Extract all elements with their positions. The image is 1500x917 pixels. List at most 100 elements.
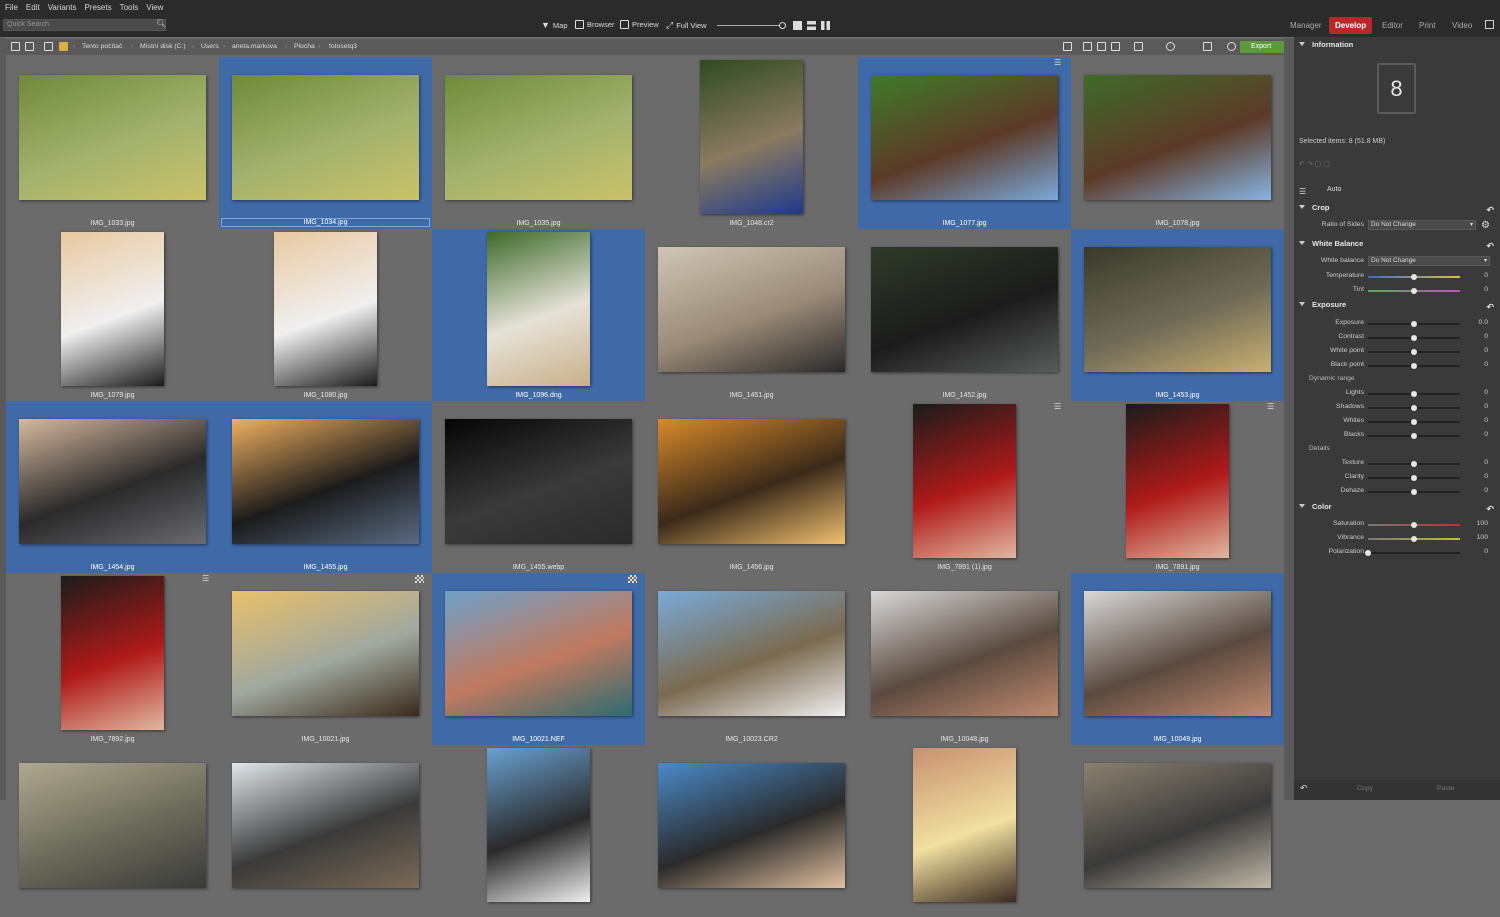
copy-to-icon[interactable] xyxy=(1111,42,1120,51)
thumbnail-cell[interactable]: IMG_1452.jpg xyxy=(858,229,1071,401)
thumbnail-image[interactable] xyxy=(232,591,419,716)
thumbnail-image[interactable] xyxy=(19,763,206,888)
thumbnail-image[interactable] xyxy=(445,591,632,716)
breadcrumb-folder[interactable]: fotosetq3 xyxy=(329,43,357,50)
select-all-icon[interactable] xyxy=(11,42,20,51)
thumbnail-cell[interactable]: IMG_1079.jpg xyxy=(6,229,219,401)
slider-track[interactable] xyxy=(1368,349,1460,355)
thumbnail-cell[interactable]: IMG_1451.jpg xyxy=(645,229,858,401)
slider-track[interactable] xyxy=(1368,433,1460,439)
white-balance-header[interactable]: White Balance ↶ xyxy=(1294,237,1500,251)
thumbnail-image[interactable] xyxy=(19,75,206,200)
thumbnail-cell[interactable]: IMG_1455.webp xyxy=(432,401,645,573)
color-header[interactable]: Color ↶ xyxy=(1294,500,1500,514)
breadcrumb-local-disk[interactable]: Místní disk (C:) xyxy=(140,43,186,50)
thumbnail-cell[interactable] xyxy=(6,745,219,917)
thumbnail-image[interactable] xyxy=(487,748,590,902)
settings-menu-icon[interactable]: ☰ xyxy=(1299,187,1311,196)
undo-redo-icons[interactable]: ↶ ↷ ▢ ▢ xyxy=(1299,160,1395,168)
menu-edit[interactable]: Edit xyxy=(26,3,40,12)
slider-knob[interactable] xyxy=(1411,321,1417,327)
thumbnail-cell[interactable]: IMG_1080.jpg xyxy=(219,229,432,401)
crop-header[interactable]: Crop ↶ xyxy=(1294,201,1500,215)
tab-print[interactable]: Print xyxy=(1413,17,1441,34)
sort-icon[interactable] xyxy=(1203,42,1212,51)
tab-preview[interactable]: Preview xyxy=(620,20,659,29)
slider-knob[interactable] xyxy=(1411,274,1417,280)
tab-browser[interactable]: Browser xyxy=(575,20,615,29)
menu-file[interactable]: File xyxy=(5,3,18,12)
thumbnail-cell[interactable]: ☰ IMG_1077.jpg xyxy=(858,57,1071,229)
thumbnail-cell[interactable]: IMG_10021.jpg xyxy=(219,573,432,745)
thumbnail-cell[interactable]: ☰ IMG_7891.jpg xyxy=(1071,401,1284,573)
reset-icon[interactable]: ↶ xyxy=(1486,203,1494,217)
slider-track[interactable] xyxy=(1368,288,1460,294)
menu-tools[interactable]: Tools xyxy=(120,3,139,12)
thumbnail-cell[interactable]: IMG_10021.NEF xyxy=(432,573,645,745)
search-input[interactable]: Quick Search xyxy=(3,19,166,31)
thumbnail-cell[interactable]: IMG_1035.jpg xyxy=(432,57,645,229)
thumbnail-cell[interactable]: IMG_1048.cr2 xyxy=(645,57,858,229)
thumbnail-cell[interactable]: IMG_1096.dng xyxy=(432,229,645,401)
thumbnail-cell[interactable]: IMG_1078.jpg xyxy=(1071,57,1284,229)
new-folder-icon[interactable] xyxy=(44,42,53,51)
thumbnail-cell[interactable]: IMG_1456.jpg xyxy=(645,401,858,573)
thumbnail-image[interactable] xyxy=(871,75,1058,200)
thumbnail-cell[interactable] xyxy=(1071,745,1284,917)
thumbnail-image[interactable] xyxy=(232,75,419,200)
slider-knob[interactable] xyxy=(1411,349,1417,355)
thumbnail-cell[interactable]: IMG_10023.CR2 xyxy=(645,573,858,745)
gear-icon[interactable]: ⚙ xyxy=(1481,220,1490,231)
slider-knob[interactable] xyxy=(1411,335,1417,341)
slider-track[interactable] xyxy=(1368,461,1460,467)
thumbnail-cell[interactable]: IMG_1034.jpg xyxy=(219,57,432,229)
menu-variants[interactable]: Variants xyxy=(48,3,77,12)
wb-dropdown[interactable]: Do Not Change ▾ xyxy=(1368,256,1490,266)
breadcrumb-desktop[interactable]: Plocha xyxy=(294,43,315,50)
thumbnail-cell[interactable]: IMG_10048.jpg xyxy=(858,573,1071,745)
slider-knob[interactable] xyxy=(1411,419,1417,425)
slider-track[interactable] xyxy=(1368,522,1460,528)
thumbnail-cell[interactable] xyxy=(219,745,432,917)
thumbnail-image[interactable] xyxy=(871,591,1058,716)
thumbnail-image[interactable] xyxy=(1084,75,1271,200)
thumbnail-image[interactable] xyxy=(1084,591,1271,716)
thumbnail-image[interactable] xyxy=(913,404,1016,558)
popout-icon[interactable] xyxy=(1485,20,1494,29)
thumbnail-cell[interactable]: IMG_10049.jpg xyxy=(1071,573,1284,745)
thumbnail-cell[interactable]: IMG_1454.jpg xyxy=(6,401,219,573)
layout-split-horizontal-icon[interactable] xyxy=(807,21,816,30)
thumbnail-image[interactable] xyxy=(19,419,206,544)
filter-icon[interactable] xyxy=(1166,42,1175,51)
reset-icon[interactable]: ↶ xyxy=(1486,502,1494,516)
slider-track[interactable] xyxy=(1368,475,1460,481)
copy-path-icon[interactable] xyxy=(1063,42,1072,51)
layout-split-vertical-icon[interactable] xyxy=(821,21,830,30)
menu-view[interactable]: View xyxy=(146,3,163,12)
information-header[interactable]: Information xyxy=(1294,38,1500,52)
tab-manager[interactable]: Manager xyxy=(1284,17,1328,34)
rename-icon[interactable] xyxy=(1134,42,1143,51)
breadcrumb-users[interactable]: Users xyxy=(201,43,219,50)
grid-scrollbar[interactable] xyxy=(1284,38,1294,800)
breadcrumb-this-pc[interactable]: Tento počítač xyxy=(82,43,122,50)
slider-track[interactable] xyxy=(1365,550,1460,556)
deselect-icon[interactable] xyxy=(25,42,34,51)
menu-presets[interactable]: Presets xyxy=(84,3,111,12)
tab-editor[interactable]: Editor xyxy=(1376,17,1409,34)
auto-button[interactable]: Auto xyxy=(1327,186,1341,193)
thumbnail-cell[interactable]: ☰ IMG_7891 (1).jpg xyxy=(858,401,1071,573)
slider-knob[interactable] xyxy=(1411,489,1417,495)
thumbnail-image[interactable] xyxy=(1126,404,1229,558)
thumbnail-image[interactable] xyxy=(445,75,632,200)
thumbnail-image[interactable] xyxy=(913,748,1016,902)
thumbnail-image[interactable] xyxy=(61,232,164,386)
slider-track[interactable] xyxy=(1368,363,1460,369)
slider-knob[interactable] xyxy=(1411,536,1417,542)
thumbnail-image[interactable] xyxy=(61,576,164,730)
search-icon[interactable]: 🔍︎ xyxy=(156,19,166,31)
slider-knob[interactable] xyxy=(1411,475,1417,481)
delete-icon[interactable] xyxy=(1083,42,1092,51)
breadcrumb-user[interactable]: aneta.markova xyxy=(232,43,277,50)
thumbnail-image[interactable] xyxy=(487,232,590,386)
